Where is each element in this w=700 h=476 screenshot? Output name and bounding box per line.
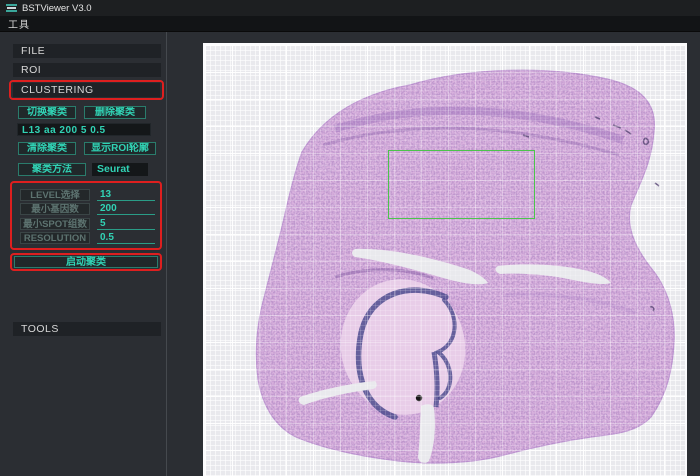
sidebar: FILE ROI CLUSTERING 切换聚类 删除聚类 L13 aa 200… [4, 32, 167, 476]
min-gene-count-label: 最小基因数 [20, 203, 90, 215]
min-spot-group-input[interactable]: 5 [97, 218, 155, 230]
level-select-input[interactable]: 13 [97, 189, 155, 201]
min-gene-count-input[interactable]: 200 [97, 203, 155, 215]
show-roi-outline-button[interactable]: 显示ROI轮廓 [84, 142, 156, 155]
resolution-label: RESOLUTION [20, 232, 90, 244]
switch-cluster-button[interactable]: 切换聚类 [18, 106, 76, 119]
window-title: BSTViewer V3.0 [22, 3, 92, 14]
annotation-box-parameters: LEVEL选择 13 最小基因数 200 最小SPOT组数 5 RESOLUTI… [10, 181, 162, 250]
clear-cluster-button[interactable]: 清除聚类 [18, 142, 76, 155]
sidebar-section-tools[interactable]: TOOLS [13, 322, 161, 336]
cluster-method-button[interactable]: 聚类方法 [18, 163, 86, 176]
level-select-label: LEVEL选择 [20, 189, 90, 201]
roi-rectangle[interactable] [388, 150, 535, 219]
sidebar-section-file[interactable]: FILE [13, 44, 161, 58]
min-spot-group-label: 最小SPOT组数 [20, 218, 90, 230]
annotation-box-start: 启动聚类 [10, 253, 162, 271]
resolution-input[interactable]: 0.5 [97, 232, 155, 244]
clustering-panel: 切换聚类 删除聚类 L13 aa 200 5 0.5 清除聚类 显示ROI轮廓 … [4, 106, 166, 271]
menu-bar: 工具 [0, 16, 700, 32]
cluster-method-value[interactable]: Seurat [92, 163, 148, 176]
delete-cluster-button[interactable]: 删除聚类 [84, 106, 146, 119]
annotation-box-clustering: CLUSTERING [9, 80, 164, 100]
application-window: BSTViewer V3.0 工具 FILE ROI CLUSTERING 切换… [0, 0, 700, 476]
viewer-canvas[interactable] [203, 43, 687, 476]
tissue-image [205, 45, 685, 476]
title-bar: BSTViewer V3.0 [0, 0, 700, 16]
app-icon [6, 4, 17, 13]
start-clustering-button[interactable]: 启动聚类 [14, 256, 158, 268]
sidebar-section-roi[interactable]: ROI [13, 63, 161, 77]
sidebar-section-clustering[interactable]: CLUSTERING [13, 83, 160, 97]
menu-item-tools[interactable]: 工具 [8, 16, 30, 31]
cluster-selection-combo[interactable]: L13 aa 200 5 0.5 [17, 123, 151, 136]
